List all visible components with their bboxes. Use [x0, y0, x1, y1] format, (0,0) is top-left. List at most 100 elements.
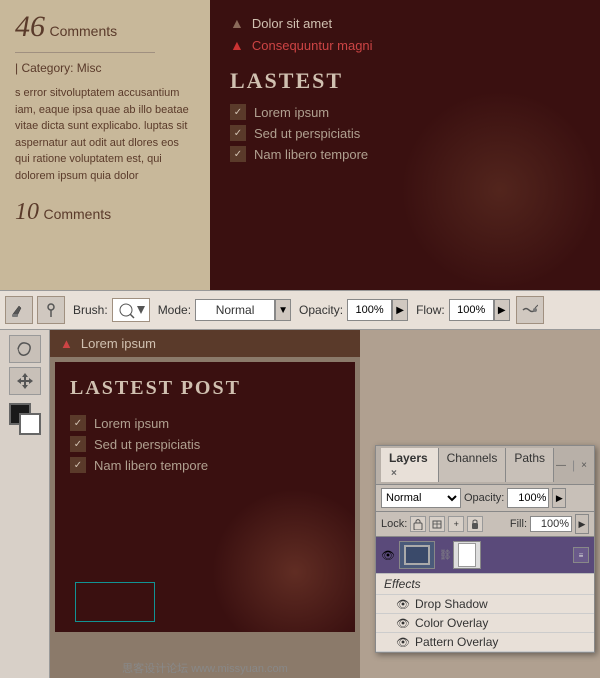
check-item-bottom-1: ✓ Lorem ipsum: [70, 415, 340, 431]
move-tool[interactable]: [9, 367, 41, 395]
pattern-overlay-item[interactable]: 👁 Pattern Overlay: [376, 633, 594, 652]
bottom-section: Brush: Mode: Normal ▼ Opacity: 100% ▶ Fl…: [0, 290, 600, 678]
count-1: 46: [15, 10, 45, 43]
flow-label: Flow:: [416, 303, 445, 317]
layer-chain-icon: ⛓: [439, 550, 449, 561]
opacity-increase-btn[interactable]: ▶: [392, 299, 408, 321]
arrow-icon-2: ▲: [230, 37, 244, 53]
flow-value-text: 100%: [457, 304, 485, 316]
airbrush-tool-btn[interactable]: [516, 296, 544, 324]
color-overlay-label: Color Overlay: [415, 616, 488, 630]
layers-controls-row: Normal Opacity: 100% ▶: [376, 485, 594, 512]
drop-shadow-item[interactable]: 👁 Drop Shadow: [376, 595, 594, 614]
brush-size-selector[interactable]: [112, 298, 150, 322]
left-toolbar: [0, 330, 50, 678]
check-label-top-3: Nam libero tempore: [254, 147, 368, 162]
flow-increase-btn[interactable]: ▶: [494, 299, 510, 321]
layers-panel: Layers × Channels Paths — | × Normal: [375, 445, 595, 653]
layer-options-btn[interactable]: ≡: [573, 547, 589, 563]
effects-row: Effects: [376, 574, 594, 595]
top-section: 46 Comments | Category: Misc s error sit…: [0, 0, 600, 290]
drop-shadow-eye[interactable]: 👁: [396, 597, 410, 611]
panel-minimize-btn[interactable]: —: [554, 460, 568, 471]
color-overlay-item[interactable]: 👁 Color Overlay: [376, 614, 594, 633]
arrow-header-text: Lorem ipsum: [81, 336, 156, 351]
fill-value-box[interactable]: 100%: [530, 516, 572, 532]
drop-shadow-label: Drop Shadow: [415, 597, 488, 611]
content-area: ▲ Lorem ipsum LASTEST POST ✓ Lorem ipsum…: [50, 330, 360, 678]
mode-value-box[interactable]: Normal: [195, 299, 275, 321]
lock-label: Lock:: [381, 518, 407, 530]
lock-all-btn[interactable]: [467, 516, 483, 532]
layer-visibility-eye[interactable]: 👁: [381, 548, 395, 562]
opacity-text-layers: 100%: [518, 492, 546, 504]
tool-button-1[interactable]: [5, 296, 33, 324]
check-icon-2: ✓: [230, 125, 246, 141]
tab-channels[interactable]: Channels: [439, 448, 507, 482]
check-item-bottom-2: ✓ Sed ut perspiciatis: [70, 436, 340, 452]
layers-tabs: Layers × Channels Paths: [381, 448, 554, 482]
right-panel-bg: [400, 90, 600, 290]
layers-title-bar: Layers × Channels Paths — | ×: [376, 446, 594, 485]
category-text: | Category: Misc: [15, 61, 195, 75]
background-color[interactable]: [19, 413, 41, 435]
comment-count-2: 10 Comments: [15, 199, 195, 226]
opacity-value-box[interactable]: 100%: [347, 299, 392, 321]
panel-close-btn[interactable]: ×: [579, 460, 589, 471]
watermark: 思客设计论坛 www.missyuan.com: [50, 660, 360, 676]
check-icon-1: ✓: [230, 104, 246, 120]
opacity-arrow-layers[interactable]: ▶: [552, 488, 566, 508]
mode-label: Mode:: [158, 303, 191, 317]
comment-count-1: 46 Comments: [15, 10, 195, 44]
lock-position-btn[interactable]: +: [448, 516, 464, 532]
tool-button-2[interactable]: [37, 296, 65, 324]
comments-label-2: Comments: [43, 206, 111, 222]
check-icon-b2: ✓: [70, 436, 86, 452]
layer-mode-select[interactable]: Normal: [381, 488, 461, 508]
effects-label: Effects: [384, 577, 421, 591]
dolor-item-2: ▲ Consequuntur magni: [230, 37, 580, 53]
check-label-bottom-1: Lorem ipsum: [94, 416, 169, 431]
pattern-overlay-label: Pattern Overlay: [415, 635, 498, 649]
mode-dropdown-arrow[interactable]: ▼: [275, 299, 291, 321]
panel-separator: |: [570, 458, 577, 472]
layer-mask-thumbnail: [453, 541, 481, 569]
check-icon-3: ✓: [230, 146, 246, 162]
latest-post-heading: LASTEST POST: [70, 377, 340, 400]
arrow-header-icon: ▲: [60, 336, 73, 351]
color-swatch[interactable]: [9, 403, 41, 435]
opacity-value-text: 100%: [355, 304, 383, 316]
tab-layers-label: Layers: [389, 451, 428, 465]
tab-layers[interactable]: Layers ×: [381, 448, 439, 482]
tab-channels-label: Channels: [447, 451, 498, 465]
lasso-tool[interactable]: [9, 335, 41, 363]
left-panel: 46 Comments | Category: Misc s error sit…: [0, 0, 210, 290]
body-text: s error sitvoluptatem accusantium iam, e…: [15, 85, 195, 184]
ps-toolbar: Brush: Mode: Normal ▼ Opacity: 100% ▶ Fl…: [0, 290, 600, 330]
opacity-label-layers: Opacity:: [464, 492, 504, 504]
lock-transparent-btn[interactable]: [410, 516, 426, 532]
brush-label: Brush:: [73, 303, 108, 317]
dolor-title-2: Consequuntur magni: [252, 38, 373, 53]
layer-mask-inner: [458, 543, 476, 567]
tab-paths-label: Paths: [514, 451, 545, 465]
layer-row[interactable]: 👁 ⛓ ≡: [376, 537, 594, 574]
count-2: 10: [15, 199, 39, 225]
lock-image-btn[interactable]: [429, 516, 445, 532]
mode-value-text: Normal: [216, 303, 255, 317]
divider-1: [15, 52, 155, 53]
layer-thumb-monitor: [404, 545, 430, 565]
check-icon-b1: ✓: [70, 415, 86, 431]
flow-value-box[interactable]: 100%: [449, 299, 494, 321]
fill-value-text: 100%: [541, 518, 569, 530]
color-overlay-eye[interactable]: 👁: [396, 616, 410, 630]
dolor-item-1: ▲ Dolor sit amet: [230, 15, 580, 31]
opacity-label: Opacity:: [299, 303, 343, 317]
fill-label: Fill:: [510, 518, 527, 530]
opacity-value-layers[interactable]: 100%: [507, 488, 549, 508]
cyan-outline-decoration: [75, 582, 155, 622]
fill-arrow-btn[interactable]: ▶: [575, 514, 589, 534]
tab-layers-close[interactable]: ×: [391, 468, 397, 479]
tab-paths[interactable]: Paths: [506, 448, 554, 482]
pattern-overlay-eye[interactable]: 👁: [396, 635, 410, 649]
